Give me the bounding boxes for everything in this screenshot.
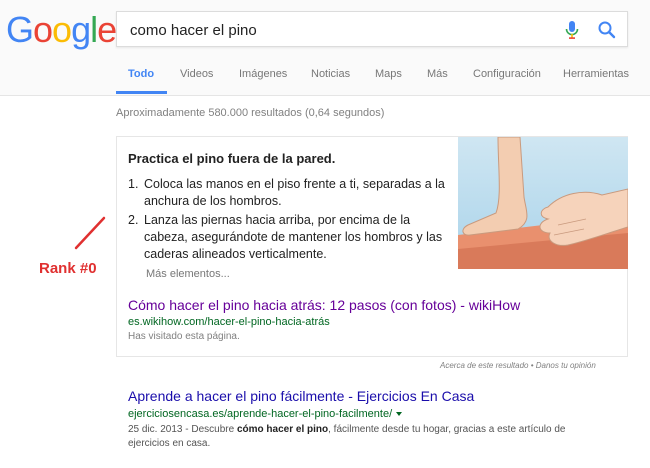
tab-videos[interactable]: Videos [180, 68, 213, 80]
tab-images[interactable]: Imágenes [239, 68, 287, 80]
dropdown-arrow-icon[interactable] [396, 412, 403, 417]
snippet-result-url: es.wikihow.com/hacer-el-pino-hacia-atrás [128, 316, 330, 328]
visited-note: Has visitado esta página. [128, 331, 240, 342]
snippet-title: Practica el pino fuera de la pared. [128, 151, 336, 166]
annotation-arrow-line [74, 216, 106, 250]
tab-more[interactable]: Más [427, 68, 448, 80]
logo-letter: g [71, 9, 91, 50]
microphone-icon[interactable] [564, 20, 580, 40]
result-url-text: ejerciciosencasa.es/aprende-hacer-el-pin… [128, 408, 393, 420]
result-stats: Aproximadamente 580.000 resultados (0,64… [116, 107, 385, 119]
step-number: 1. [128, 177, 139, 191]
step-number: 2. [128, 213, 139, 227]
search-box [116, 11, 628, 48]
search-icon[interactable] [597, 20, 617, 40]
tab-news[interactable]: Noticias [311, 68, 350, 80]
result-title-link[interactable]: Aprende a hacer el pino fácilmente - Eje… [128, 388, 474, 404]
active-tab-indicator [116, 91, 167, 94]
tab-all[interactable]: Todo [128, 68, 154, 80]
snippet-highlight: cómo hacer el pino [236, 424, 329, 435]
result-snippet: 25 dic. 2013 - Descubre cómo hacer el pi… [128, 423, 608, 451]
step-text: Coloca las manos en el piso frente a ti,… [144, 177, 445, 208]
tab-settings[interactable]: Configuración [473, 68, 541, 80]
tab-maps[interactable]: Maps [375, 68, 402, 80]
rank-annotation-label: Rank #0 [39, 260, 97, 277]
search-input[interactable] [128, 12, 552, 48]
logo-letter: o [33, 9, 53, 50]
logo-letter: l [90, 9, 98, 50]
logo-letter: o [52, 9, 72, 50]
more-items-link[interactable]: Más elementos... [146, 268, 230, 280]
logo-letter: G [6, 9, 34, 50]
snippet-illustration-image[interactable] [458, 137, 628, 269]
snippet-text: - Descubre [182, 424, 237, 435]
list-item: 1. Coloca las manos en el piso frente a t… [128, 176, 446, 210]
list-item: 2. Lanza las piernas hacia arriba, por en… [128, 212, 446, 263]
google-logo[interactable]: Google [6, 9, 117, 50]
step-text: Lanza las piernas hacia arriba, por enci… [144, 213, 443, 261]
snippet-steps-list: 1. Coloca las manos en el piso frente a t… [128, 176, 446, 265]
snippet-feedback-links[interactable]: Acerca de este resultado • Danos tu opin… [440, 361, 596, 370]
result-date: 25 dic. 2013 [128, 424, 183, 435]
snippet-result-link[interactable]: Cómo hacer el pino hacia atrás: 12 pasos… [128, 297, 520, 313]
result-url: ejerciciosencasa.es/aprende-hacer-el-pin… [128, 408, 403, 420]
tab-tools[interactable]: Herramientas [563, 68, 629, 80]
logo-letter: e [97, 9, 117, 50]
